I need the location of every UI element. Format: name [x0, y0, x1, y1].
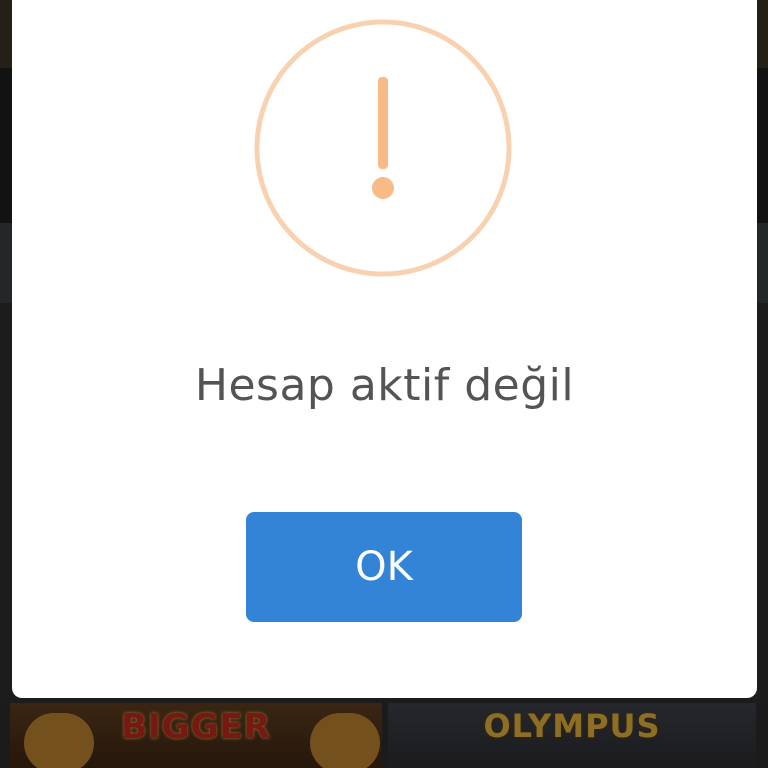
warning-exclamation-icon: [254, 19, 512, 277]
alert-dialog: Hesap aktif değil OK: [12, 0, 757, 698]
screen: BIGGER OLYMPUS Hesap aktif değil OK: [0, 0, 768, 768]
alert-message: Hesap aktif değil: [194, 360, 575, 411]
ok-button[interactable]: OK: [246, 512, 522, 622]
